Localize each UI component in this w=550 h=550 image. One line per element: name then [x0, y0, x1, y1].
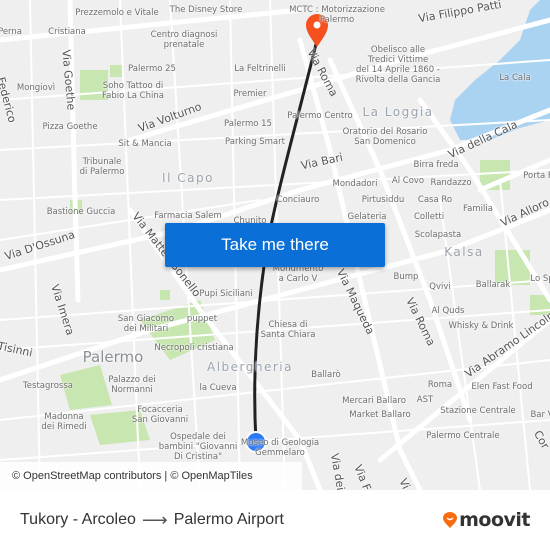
district-label: Il Capo — [162, 171, 214, 185]
brand-name: moovit — [459, 509, 530, 531]
poi-label: Elen Fast Food — [471, 382, 533, 392]
poi-label: Conciauro — [276, 195, 320, 205]
poi-label: La Cala — [499, 73, 531, 83]
poi-label: Market Ballaro — [349, 410, 411, 420]
poi-label: Obelisco alle Tredici Vittime del 14 Apr… — [355, 45, 441, 85]
poi-label: Pirtusiddu — [361, 195, 405, 205]
poi-label: Roma — [427, 380, 453, 390]
arrow-right-icon: ⟶ — [141, 509, 168, 530]
poi-label: Perna — [0, 27, 22, 37]
poi-label: la Cueva — [199, 383, 237, 393]
poi-label: Ballarò — [311, 370, 341, 380]
poi-label: Palermo Centrale — [426, 431, 500, 441]
poi-label: Qvivi — [429, 282, 451, 292]
poi-label: Familia — [463, 204, 493, 214]
map-attribution[interactable]: © OpenStreetMap contributors | © OpenMap… — [0, 462, 302, 490]
take-me-there-button[interactable]: Take me there — [165, 223, 385, 267]
poi-label: Mercari Ballaro — [342, 396, 406, 406]
poi-label: Palermo Centro — [287, 111, 353, 121]
poi-label: Sit & Mancia — [118, 139, 172, 149]
poi-label: Whisky & Drink — [448, 321, 514, 331]
poi-label: Stazione Centrale — [440, 406, 516, 416]
poi-label: Parking Smart — [225, 137, 285, 147]
attribution-text[interactable]: © OpenStreetMap contributors | © OpenMap… — [12, 470, 253, 482]
poi-label: Centro diagnosi prenatale — [150, 30, 218, 50]
footer: Tukory - Arcoleo ⟶ Palermo Airport moovi… — [0, 490, 550, 550]
poi-label: Ospedale dei bambini "Giovanni Di Cristi… — [158, 432, 238, 462]
poi-label: The Disney Store — [169, 5, 243, 15]
poi-label: Bump — [393, 272, 419, 282]
origin-name: Tukory - Arcoleo — [20, 511, 136, 528]
poi-label: Casa Ro — [417, 195, 453, 205]
poi-label: Monumento a Carlo V — [272, 264, 324, 284]
poi-label: Scolapasta — [414, 230, 462, 240]
poi-label: Porta F — [523, 171, 550, 181]
district-label: Kalsa — [444, 245, 484, 259]
poi-label: Farmacia Salem — [154, 211, 222, 221]
poi-label: Cristiana — [48, 27, 86, 37]
poi-label: Soho Tattoo di Fabio La China — [102, 81, 164, 101]
poi-label: Al Quds — [431, 306, 465, 316]
map[interactable]: Prezzemolo e Vitale The Disney Store Cri… — [0, 0, 550, 490]
poi-label: Colletti — [413, 212, 445, 222]
poi-label: Pupi Siciliani — [199, 289, 253, 299]
destination-name: Palermo Airport — [173, 511, 284, 528]
poi-label: MCTC : Motorizzazione Palermo — [289, 5, 385, 25]
district-label: Albergheria — [207, 360, 293, 374]
poi-label: Premier — [233, 89, 267, 99]
poi-label: Prezzemolo e Vitale — [75, 8, 159, 18]
poi-label: Testagrossa — [23, 381, 73, 391]
poi-label: Ballarak — [475, 280, 511, 290]
poi-label: Al Covo — [391, 176, 425, 186]
poi-label: Mongiovì — [16, 83, 56, 93]
poi-label: Bastione Guccia — [46, 207, 116, 217]
poi-label: Palazzo dei Normanni — [108, 375, 156, 395]
district-label: La Loggia — [362, 105, 434, 119]
poi-label: AST — [416, 395, 434, 405]
poi-label: San Giacomo dei Militari — [117, 314, 175, 334]
poi-label: Bar V — [530, 410, 550, 420]
route-title: Tukory - Arcoleo ⟶ Palermo Airport — [20, 510, 284, 531]
poi-label: Madonna dei Rimedi — [41, 412, 87, 432]
poi-label: Tribunale di Palermo — [79, 157, 125, 177]
water-la-cala — [450, 0, 550, 140]
poi-label: Pizza Goethe — [42, 122, 98, 132]
poi-label: Birra freda — [413, 160, 459, 170]
poi-label: Focacceria San Giovanni — [131, 405, 189, 425]
moovit-logo: moovit — [443, 509, 530, 531]
poi-label: Palermo 15 — [224, 119, 272, 129]
poi-label: Mondadori — [332, 179, 378, 189]
poi-label: Gelateria — [347, 212, 387, 222]
moovit-pin-icon — [443, 512, 458, 528]
poi-label: Palermo 25 — [128, 64, 176, 74]
city-label: Palermo — [82, 348, 144, 366]
poi-label: La Feltrinelli — [234, 64, 286, 74]
poi-label: Oratorio del Rosario San Domenico — [342, 127, 428, 147]
poi-label: Randazzo — [430, 178, 472, 188]
poi-label: Chiesa di Santa Chiara — [260, 320, 316, 340]
poi-label: Necropoli cristiana — [154, 343, 234, 353]
poi-label: Museo di Geologia Gemmelaro — [240, 438, 320, 458]
poi-label: Lo Sp — [530, 274, 550, 284]
poi-label: puppet — [186, 314, 218, 324]
